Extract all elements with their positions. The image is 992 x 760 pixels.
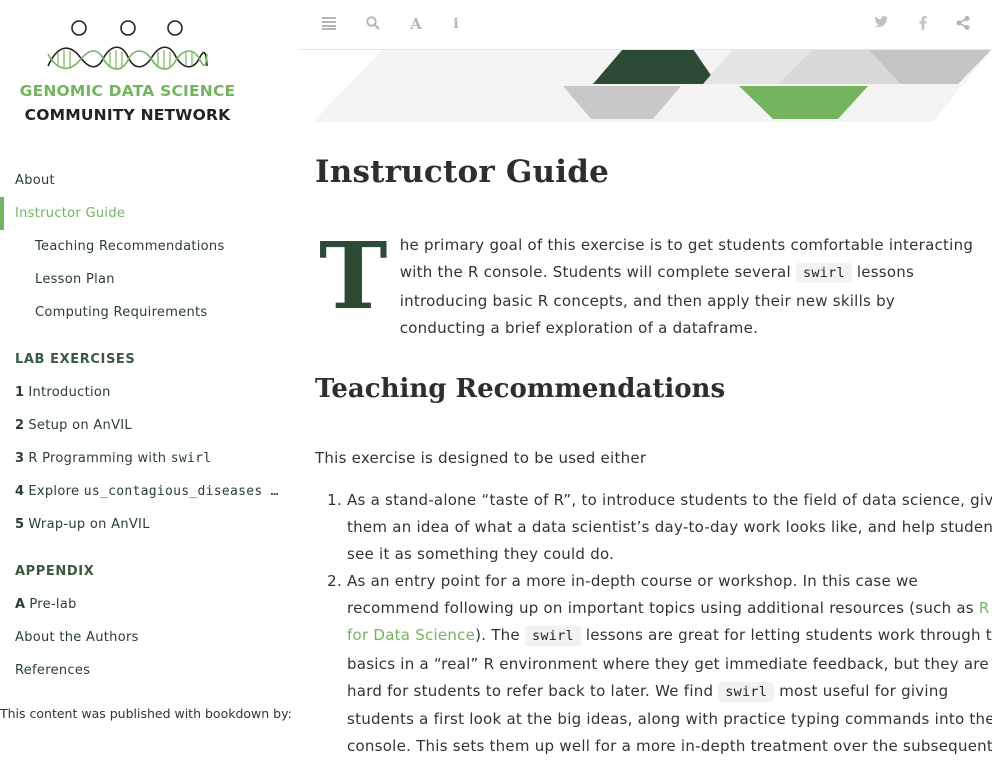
nav-item-label: Introduction [28, 385, 111, 400]
intro-paragraph: The primary goal of this exercise is to … [315, 222, 980, 342]
nav-header-appendix: APPENDIX [15, 564, 95, 579]
nav-item-instructor-guide[interactable]: Instructor Guide [0, 197, 299, 230]
info-icon[interactable]: i [448, 16, 464, 32]
nav-header-lab-exercises: LAB EXERCISES [15, 352, 136, 367]
nav-item-lab-4[interactable]: 4 Explore us_contagious_diseases … [0, 475, 299, 508]
logo-text-line2: COMMUNITY NETWORK [24, 106, 231, 124]
nav-item-pre-lab[interactable]: A Pre-lab [0, 588, 299, 621]
section-heading-teaching-recommendations: Teaching Recommendations [315, 374, 726, 404]
inline-code-swirl: swirl [718, 681, 775, 702]
published-with-text: This content was published with bookdown… [0, 706, 292, 721]
sidebar: GENOMIC DATA SCIENCE COMMUNITY NETWORK A… [0, 0, 299, 744]
inline-code-swirl: swirl [524, 626, 581, 647]
nav-item-label: Setup on AnVIL [28, 418, 132, 433]
nav-item-number: 2 [15, 418, 25, 433]
header-banner-graphic [313, 49, 992, 122]
list-item-text: ). The [475, 626, 525, 645]
page-title: Instructor Guide [315, 154, 610, 190]
nav-item-lab-2[interactable]: 2 Setup on AnVIL [0, 409, 299, 442]
font-icon[interactable]: A [408, 16, 424, 32]
section-paragraph: This exercise is designed to be used eit… [315, 449, 647, 467]
toolbar: A i [299, 0, 992, 50]
facebook-icon[interactable] [915, 16, 931, 32]
nav-item-about-authors[interactable]: About the Authors [0, 621, 299, 654]
nav-item-teaching-recommendations[interactable]: Teaching Recommendations [0, 230, 299, 263]
nav-item-label: R Programming with [28, 451, 171, 466]
nav-item-lab-5[interactable]: 5 Wrap-up on AnVIL [0, 508, 299, 541]
nav-item-number: 1 [15, 385, 25, 400]
nav-item-code: swirl [170, 451, 212, 466]
search-icon[interactable] [365, 16, 381, 32]
nav-item-lab-1[interactable]: 1 Introduction [0, 376, 299, 409]
nav-item-number: 5 [15, 517, 25, 532]
inline-code-swirl: swirl [795, 263, 852, 284]
share-icon[interactable] [955, 16, 971, 32]
nav-item-about[interactable]: About [0, 164, 299, 197]
drop-cap: T [319, 222, 388, 330]
nav-item-code: us_contagious_diseases … [83, 484, 279, 499]
list-item: As an entry point for a more in-depth co… [347, 568, 992, 760]
nav-item-label: Pre-lab [29, 597, 77, 612]
nav-item-number: 4 [15, 484, 25, 499]
nav-item-references[interactable]: References [0, 654, 299, 687]
nav-item-lab-3[interactable]: 3R Programming with swirl [0, 442, 299, 475]
gdscn-logo[interactable]: GENOMIC DATA SCIENCE COMMUNITY NETWORK [0, 0, 299, 140]
nav-item-lesson-plan[interactable]: Lesson Plan [0, 263, 299, 296]
twitter-icon[interactable] [873, 16, 889, 32]
logo-text-line1: GENOMIC DATA SCIENCE [19, 82, 236, 100]
sidebar-nav: About Instructor Guide Teaching Recommen… [0, 164, 299, 687]
list-item-text: As an entry point for a more in-depth co… [347, 572, 979, 618]
nav-item-label: Explore [28, 484, 84, 499]
logo-graphic [47, 20, 208, 70]
nav-item-number: 3 [15, 451, 25, 466]
list-item: As a stand-alone “taste of R”, to introd… [347, 487, 992, 568]
recommendations-list: As a stand-alone “taste of R”, to introd… [315, 487, 992, 760]
menu-icon[interactable] [321, 16, 337, 32]
nav-item-label: Wrap-up on AnVIL [28, 517, 150, 532]
nav-item-computing-requirements[interactable]: Computing Requirements [0, 296, 299, 329]
nav-item-number: A [15, 597, 26, 612]
